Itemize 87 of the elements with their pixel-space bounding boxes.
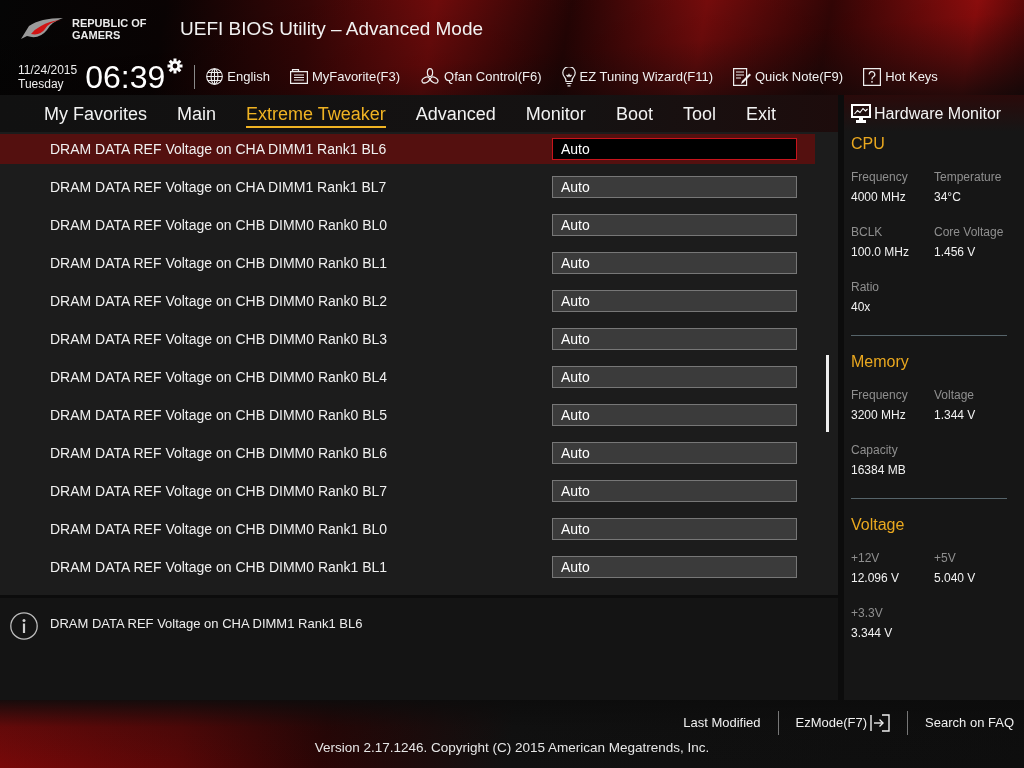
exit-icon <box>870 714 891 732</box>
toolbar-button[interactable]: EZ Tuning Wizard(F11) <box>561 66 713 87</box>
dropdown-field[interactable]: Auto <box>552 176 797 198</box>
eye-logo-icon <box>20 17 64 41</box>
globe-icon <box>206 68 224 85</box>
weekday-text: Tuesday <box>18 76 65 91</box>
nav-tab[interactable]: Extreme Tweaker <box>246 103 386 128</box>
dropdown-field[interactable]: Auto <box>552 328 797 350</box>
reading-value: 5.040 V <box>934 570 976 587</box>
list-icon <box>289 69 308 84</box>
setting-label: DRAM DATA REF Voltage on CHB DIMM0 Rank0 BL1 <box>50 253 389 273</box>
help-text: DRAM DATA REF Voltage on CHA DIMM1 Rank1 BL6 <box>50 615 363 633</box>
reading-value: 3.344 V <box>851 625 893 642</box>
lightbulb-icon <box>561 66 576 87</box>
nav-tab[interactable]: Main <box>177 103 217 128</box>
reading-value: 100.0 MHz <box>851 244 910 261</box>
dropdown-field[interactable]: Auto <box>552 290 797 312</box>
footer-link[interactable]: Search on FAQ <box>925 713 1014 733</box>
nav-tab[interactable]: Tool <box>682 103 716 128</box>
reading-label: Frequency <box>851 169 908 186</box>
monitor-chart-icon <box>851 104 871 123</box>
reading-label: BCLK <box>851 224 883 241</box>
setting-label: DRAM DATA REF Voltage on CHB DIMM0 Rank0 BL6 <box>50 443 389 463</box>
reading-value: 16384 MB <box>851 462 906 479</box>
reading-value: 1.344 V <box>934 407 976 424</box>
nav-tab[interactable]: My Favorites <box>44 103 148 128</box>
reading-label: Temperature <box>934 169 1002 186</box>
reading-value: 12.096 V <box>851 570 900 587</box>
dropdown-field[interactable]: Auto <box>552 480 797 502</box>
reading-label: +12V <box>851 550 880 567</box>
window-title: UEFI BIOS Utility – Advanced Mode <box>180 16 484 41</box>
footer-link[interactable]: EzMode(F7) <box>795 713 891 733</box>
setting-label: DRAM DATA REF Voltage on CHA DIMM1 Rank1 BL6 <box>50 139 388 159</box>
setting-label: DRAM DATA REF Voltage on CHB DIMM0 Rank0 BL2 <box>50 291 389 311</box>
nav-tab[interactable]: Exit <box>745 103 776 128</box>
info-icon <box>10 612 38 640</box>
reading-value: 40x <box>851 299 871 316</box>
dropdown-field[interactable]: Auto <box>552 556 797 578</box>
toolbar-button[interactable]: English <box>206 66 270 87</box>
dropdown-field[interactable]: Auto <box>552 442 797 464</box>
reading-label: Core Voltage <box>934 224 1004 241</box>
dropdown-field[interactable]: Auto <box>552 138 797 160</box>
reading-label: +5V <box>934 550 956 567</box>
setting-label: DRAM DATA REF Voltage on CHB DIMM0 Rank0 BL4 <box>50 367 389 387</box>
dropdown-field[interactable]: Auto <box>552 214 797 236</box>
toolbar-button[interactable]: Quick Note(F9) <box>733 66 844 87</box>
reading-label: Ratio <box>851 279 879 296</box>
selected-setting-row[interactable]: DRAM DATA REF Voltage on CHA DIMM1 Rank1 BL6 Auto <box>0 134 815 164</box>
reading-value: 4000 MHz <box>851 189 906 206</box>
reading-value: 34°C <box>934 189 961 206</box>
section-title: Memory <box>851 352 909 372</box>
toolbar-button[interactable]: Qfan Control(F6) <box>420 66 542 87</box>
dropdown-field[interactable]: Auto <box>552 366 797 388</box>
reading-label: Voltage <box>934 387 975 404</box>
clock-time: 06:39 <box>85 60 166 93</box>
setting-label: DRAM DATA REF Voltage on CHB DIMM0 Rank1 BL0 <box>50 519 389 539</box>
scrollbar-thumb[interactable] <box>826 355 829 432</box>
dropdown-field[interactable]: Auto <box>552 252 797 274</box>
setting-label: DRAM DATA REF Voltage on CHB DIMM0 Rank0 BL0 <box>50 215 389 235</box>
fan-icon <box>420 67 440 86</box>
brand-logo-text: REPUBLIC OF GAMERS <box>72 17 148 41</box>
setting-label: DRAM DATA REF Voltage on CHA DIMM1 Rank1 BL7 <box>50 177 388 197</box>
question-mark-icon <box>863 67 882 86</box>
footer-link[interactable]: Last Modified <box>683 713 761 733</box>
toolbar-button[interactable]: Hot Keys <box>863 66 938 87</box>
note-pencil-icon <box>733 67 751 86</box>
nav-tab[interactable]: Boot <box>615 103 653 128</box>
reading-label: Capacity <box>851 442 898 459</box>
section-title: Voltage <box>851 515 905 535</box>
setting-label: DRAM DATA REF Voltage on CHB DIMM0 Rank0 BL7 <box>50 481 389 501</box>
reading-value: 1.456 V <box>934 244 976 261</box>
reading-label: +3.3V <box>851 605 883 622</box>
dropdown-field[interactable]: Auto <box>552 404 797 426</box>
nav-tab[interactable]: Monitor <box>525 103 586 128</box>
setting-label: DRAM DATA REF Voltage on CHB DIMM0 Rank0 BL5 <box>50 405 389 425</box>
toolbar-button[interactable]: MyFavorite(F3) <box>289 66 400 87</box>
reading-value: 3200 MHz <box>851 407 906 424</box>
date-text: 11/24/2015 <box>18 62 78 77</box>
setting-label: DRAM DATA REF Voltage on CHB DIMM0 Rank0 BL3 <box>50 329 389 349</box>
dropdown-field[interactable]: Auto <box>552 518 797 540</box>
reading-label: Frequency <box>851 387 908 404</box>
version-text: Version 2.17.1246. Copyright (C) 2015 American Megatrends, Inc. <box>314 739 710 757</box>
settings-icon[interactable] <box>167 58 184 74</box>
section-title: CPU <box>851 134 885 154</box>
panel-title: Hardware Monitor <box>874 103 1002 124</box>
setting-label: DRAM DATA REF Voltage on CHB DIMM0 Rank1 BL1 <box>50 557 389 577</box>
nav-tab[interactable]: Advanced <box>415 103 496 128</box>
